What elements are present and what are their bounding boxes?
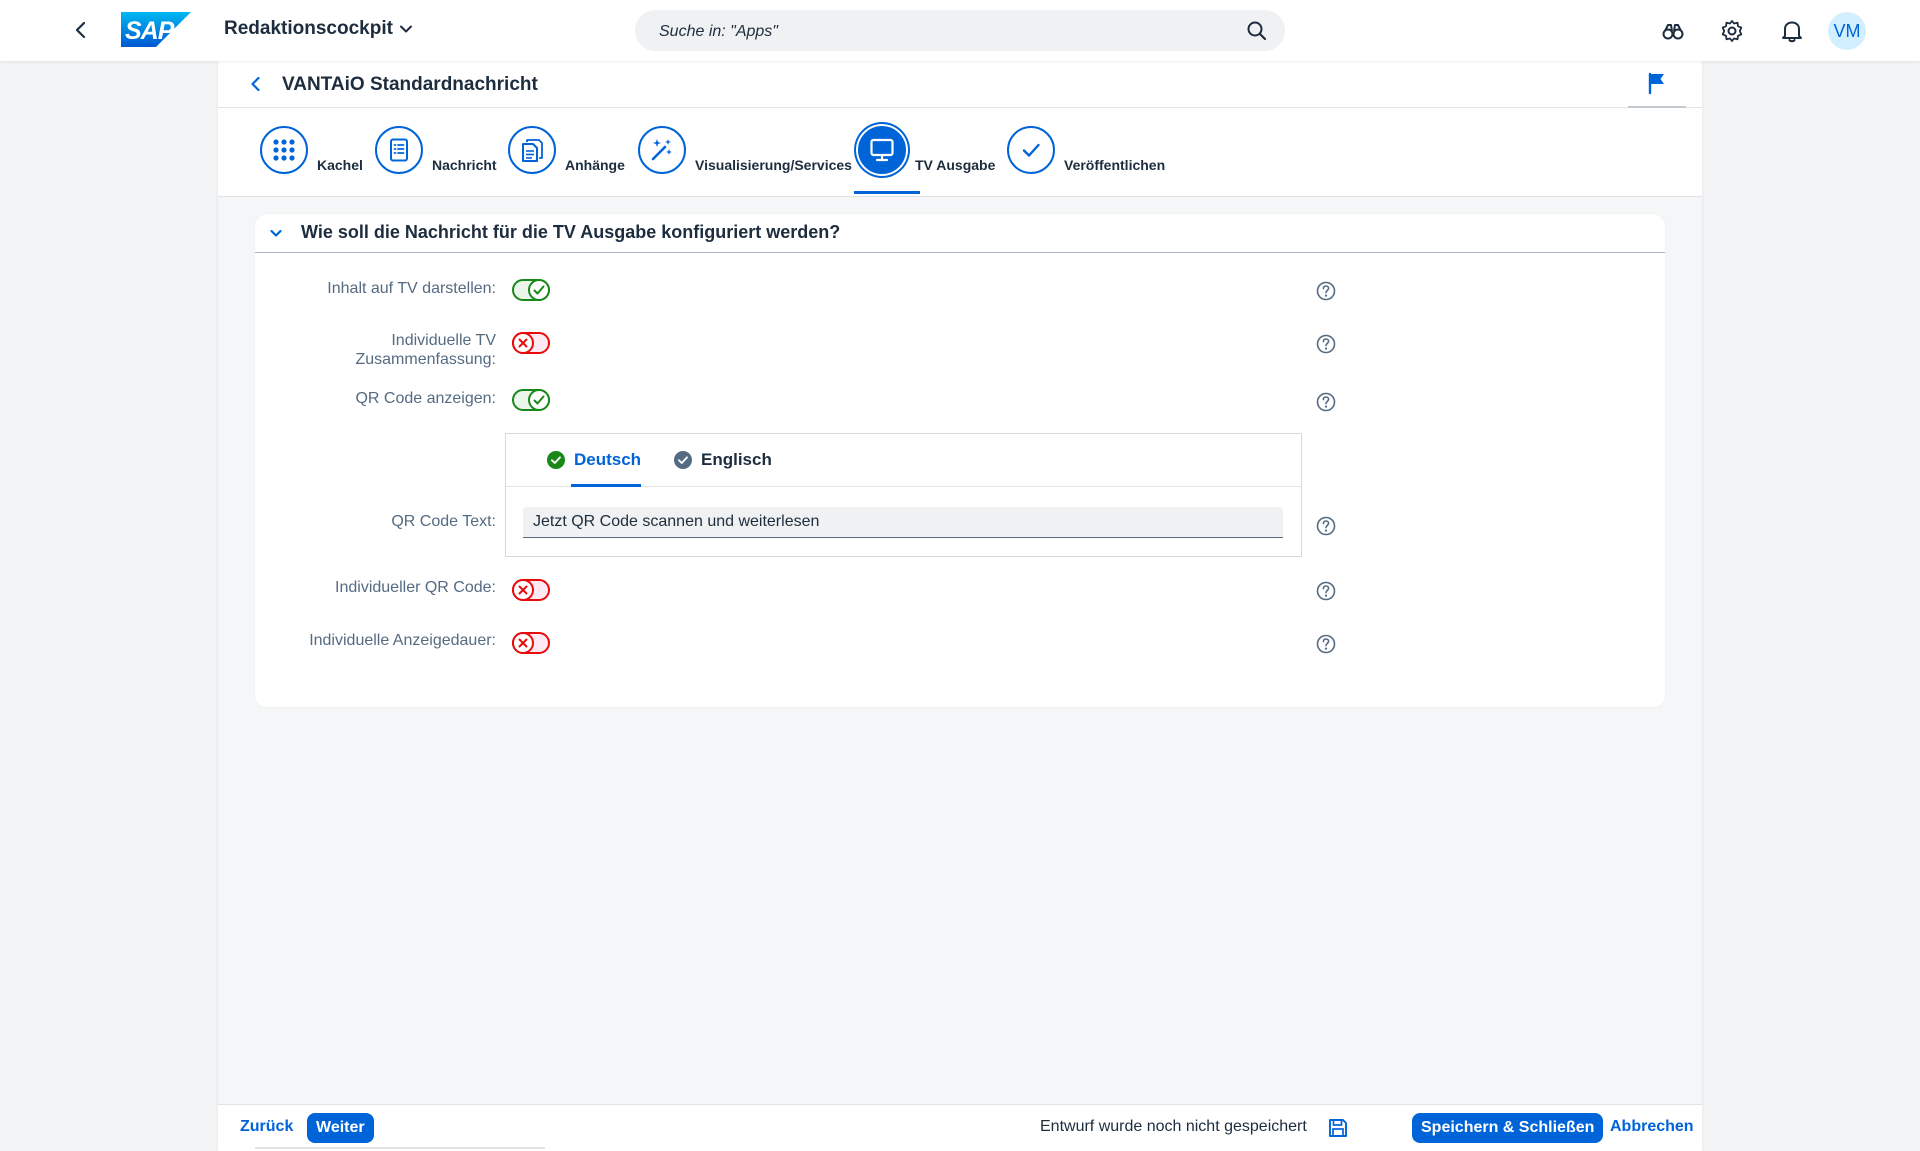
next-button[interactable]: Weiter [307,1113,374,1143]
search-field[interactable] [635,10,1285,53]
section-title: Wie soll die Nachricht für die TV Ausgab… [301,222,841,242]
chevron-down-icon[interactable] [267,224,285,242]
field-label-qr-text: QR Code Text: [391,513,496,530]
shell-bar: SAP Redaktionscockpit VM [0,0,1920,61]
check-icon [533,395,545,405]
save-close-button[interactable]: Speichern & Schließen [1412,1113,1604,1143]
page-back-icon[interactable] [246,74,266,94]
avatar-initials: VM [1833,20,1861,41]
tab-deutsch[interactable]: Deutsch [547,434,641,486]
close-icon [518,638,528,648]
switch-indiv-dauer[interactable] [512,632,550,654]
footer-toolbar: Zurück Weiter Entwurf wurde noch nicht g… [218,1104,1702,1151]
bell-icon[interactable] [1779,18,1805,44]
main-panel: VANTAiO Standardnachricht Kachel Nachric… [218,61,1702,1151]
help-icon[interactable] [1316,634,1336,654]
tab-label: Englisch [701,450,772,469]
wizard-step-label: Visualisierung/Services [695,157,852,173]
wizard-steps: Kachel Nachricht Anhänge Visualisierung/… [218,108,1702,197]
wizard-step-label: Kachel [317,157,363,173]
search-input[interactable] [657,10,1221,53]
field-label-indiv-tv-summary: Individuelle TV Zusammenfassung: [355,331,496,369]
status-complete-icon [547,451,565,469]
cancel-button[interactable]: Abbrechen [1610,1118,1694,1136]
wizard-step-label: TV Ausgabe [915,157,996,173]
wizard-step-label: Nachricht [432,157,497,173]
gear-icon[interactable] [1719,18,1745,44]
magic-wand-icon [638,126,686,174]
user-avatar[interactable]: VM [1828,12,1866,50]
chevron-down-icon [399,25,412,33]
binoculars-icon[interactable] [1660,18,1686,44]
page-title: VANTAiO Standardnachricht [282,74,538,95]
document-list-icon [375,126,423,174]
section-header[interactable]: Wie soll die Nachricht für die TV Ausgab… [255,214,1665,253]
attachment-docs-icon [508,126,556,174]
app-title: Redaktionscockpit [224,18,393,39]
tv-config-section: Wie soll die Nachricht für die TV Ausgab… [255,214,1665,707]
switch-inhalt-tv[interactable] [512,279,550,301]
draft-status-text: Entwurf wurde noch nicht gespeichert [1040,1118,1307,1135]
back-button[interactable]: Zurück [240,1118,293,1136]
field-label-inhalt-tv: Inhalt auf TV darstellen: [327,280,496,297]
field-label-indiv-dauer: Individuelle Anzeigedauer: [309,632,496,649]
active-step-indicator [854,191,920,194]
switch-indiv-qr[interactable] [512,579,550,601]
tab-label: Deutsch [574,450,642,469]
field-label-indiv-qr: Individueller QR Code: [335,579,496,596]
monitor-icon [858,126,906,174]
check-icon [533,285,545,295]
switch-qr-anzeigen[interactable] [512,389,550,411]
sap-logo[interactable]: SAP [121,12,191,47]
help-icon[interactable] [1316,516,1336,536]
app-title-menu[interactable]: Redaktionscockpit [224,18,413,40]
help-icon[interactable] [1316,334,1336,354]
switch-indiv-tv-summary[interactable] [512,332,550,354]
wizard-step-label: Anhänge [565,157,625,173]
page-header: VANTAiO Standardnachricht [218,61,1702,108]
tab-englisch[interactable]: Englisch [674,434,772,486]
close-icon [518,338,528,348]
footer-scroll-indicator [255,1147,545,1149]
flag-icon[interactable] [1646,71,1668,95]
svg-text:SAP: SAP [125,17,175,45]
label-line: Zusammenfassung: [355,351,496,368]
qr-code-text-input[interactable] [523,507,1283,538]
close-icon [518,585,528,595]
help-icon[interactable] [1316,281,1336,301]
search-icon[interactable] [1245,19,1269,43]
help-icon[interactable] [1316,581,1336,601]
grid-icon [260,126,308,174]
label-line: Individuelle TV [391,332,496,349]
field-label-qr-anzeigen: QR Code anzeigen: [355,390,496,407]
shell-back-icon[interactable] [69,18,93,42]
status-complete-icon [674,451,692,469]
help-icon[interactable] [1316,392,1336,412]
wizard-step-label: Veröffentlichen [1064,157,1166,173]
checkmark-icon [1007,126,1055,174]
language-tab-container: Deutsch Englisch [505,433,1302,557]
save-icon[interactable] [1327,1117,1349,1139]
selected-tab-indicator [571,484,641,487]
